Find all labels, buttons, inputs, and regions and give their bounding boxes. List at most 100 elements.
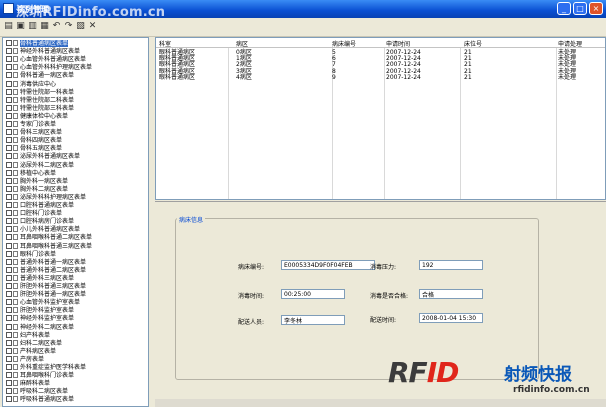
checkbox[interactable] bbox=[6, 129, 12, 136]
checkbox[interactable] bbox=[6, 153, 12, 160]
tree-item[interactable]: 健康体检中心表单 bbox=[6, 112, 68, 121]
checkbox[interactable] bbox=[6, 202, 12, 208]
checkbox[interactable] bbox=[6, 380, 12, 387]
checkbox[interactable] bbox=[6, 145, 12, 152]
checkbox[interactable] bbox=[6, 161, 12, 168]
title-bar[interactable]: 病房管理 深圳RFIDinfo.com.cn _ □ × bbox=[0, 0, 606, 20]
column-header-status[interactable]: 申请处理 bbox=[558, 39, 582, 48]
tree-item[interactable]: 产科病区表单 bbox=[6, 347, 56, 356]
tree-item[interactable]: 妇科二病区表单 bbox=[6, 339, 62, 348]
tree-item[interactable]: 消毒供应中心 bbox=[6, 80, 56, 89]
checkbox[interactable] bbox=[6, 210, 12, 217]
checkbox[interactable] bbox=[6, 307, 12, 314]
checkbox[interactable] bbox=[6, 250, 12, 257]
tree-item[interactable]: 口腔科病房门诊表单 bbox=[6, 218, 74, 226]
tree-item[interactable]: 麻醉科表单 bbox=[6, 380, 50, 388]
tree-item[interactable]: 泌尿外科普通病区表单 bbox=[6, 153, 80, 161]
tree-item[interactable]: 普通外科普通二病区表单 bbox=[6, 266, 86, 275]
checkbox[interactable] bbox=[6, 242, 12, 249]
disinfect-time-field[interactable] bbox=[281, 289, 345, 299]
tree-item[interactable]: 普通外科三病区表单 bbox=[6, 274, 74, 283]
tree-item[interactable]: 产房表单 bbox=[6, 355, 44, 364]
checkbox[interactable] bbox=[6, 72, 12, 79]
checkbox[interactable] bbox=[6, 96, 12, 103]
new-icon[interactable]: ▤ bbox=[3, 21, 14, 32]
tree-item[interactable]: 口腔科门诊表单 bbox=[6, 210, 62, 218]
column-header-time[interactable]: 申请时间 bbox=[386, 39, 410, 48]
tree-item[interactable]: 外科重症监护医学科表单 bbox=[6, 364, 86, 372]
checkbox[interactable] bbox=[6, 80, 12, 87]
save-icon[interactable]: ▣ bbox=[15, 21, 26, 32]
tree-item[interactable]: 心血管外科监护室表单 bbox=[6, 299, 80, 307]
checkbox[interactable] bbox=[6, 266, 12, 273]
checkbox[interactable] bbox=[6, 258, 12, 265]
tree-item[interactable]: 骨科三病区表单 bbox=[6, 129, 62, 137]
tree-item[interactable]: 呼吸科普通病区表单 bbox=[6, 396, 74, 404]
checkbox[interactable] bbox=[6, 347, 12, 354]
tree-item[interactable]: 耳鼻咽喉科普通二病区表单 bbox=[6, 234, 92, 242]
print-icon[interactable]: ▥ bbox=[27, 21, 38, 32]
checkbox[interactable] bbox=[6, 121, 12, 127]
tree-item[interactable]: 神经外科监护室表单 bbox=[6, 315, 74, 323]
checkbox[interactable] bbox=[6, 355, 12, 362]
tree-item[interactable]: 耳鼻咽喉科普通三病区表单 bbox=[6, 242, 92, 251]
tree-item[interactable]: 特需住院部三科表单 bbox=[6, 104, 74, 113]
redo-icon[interactable]: ↷ bbox=[63, 21, 74, 32]
checkbox[interactable] bbox=[6, 372, 12, 379]
tree-item[interactable]: 耳鼻咽喉科门诊表单 bbox=[6, 372, 74, 380]
tree-item[interactable]: 骨科普通病区表单 bbox=[6, 40, 69, 48]
checkbox[interactable] bbox=[6, 218, 12, 225]
checkbox[interactable] bbox=[6, 56, 12, 63]
tree-item[interactable]: 泌尿外科二病区表单 bbox=[6, 161, 74, 170]
department-tree[interactable]: 骨科普通病区表单 神经外科普通病区表单 心血管外科普通病区表单 心血管外科科护理病区表… bbox=[2, 37, 149, 407]
checkbox[interactable] bbox=[6, 226, 12, 233]
checkbox[interactable] bbox=[6, 283, 12, 289]
tree-item[interactable]: 眼科门诊表单 bbox=[6, 250, 56, 259]
qualified-field[interactable] bbox=[419, 289, 483, 299]
tree-item[interactable]: 骨科普通一病区表单 bbox=[6, 72, 74, 80]
column-header-bed-pos[interactable]: 床位号 bbox=[464, 39, 482, 48]
bed-no-field[interactable] bbox=[281, 260, 375, 270]
dispatcher-field[interactable] bbox=[281, 315, 345, 325]
column-header-bed-no[interactable]: 病床编号 bbox=[332, 39, 356, 48]
checkbox[interactable] bbox=[6, 40, 12, 46]
checkbox[interactable] bbox=[6, 291, 12, 298]
tree-item[interactable]: 特需住院部二科表单 bbox=[6, 96, 74, 105]
tree-item[interactable]: 泌尿外科科护理病区表单 bbox=[6, 193, 86, 202]
tree-item[interactable]: 妇产科表单 bbox=[6, 331, 50, 340]
refresh-icon[interactable]: ▦ bbox=[39, 21, 50, 32]
tree-item[interactable]: 口腔科普通病区表单 bbox=[6, 202, 74, 210]
checkbox[interactable] bbox=[6, 364, 12, 370]
checkbox[interactable] bbox=[6, 169, 12, 176]
checkbox[interactable] bbox=[6, 88, 12, 95]
tree-item[interactable]: 移植中心表单 bbox=[6, 169, 56, 178]
delivery-time-field[interactable] bbox=[419, 313, 483, 323]
checkbox[interactable] bbox=[6, 274, 12, 281]
tree-item[interactable]: 专家门诊表单 bbox=[6, 121, 56, 129]
checkbox[interactable] bbox=[6, 104, 12, 111]
column-header-ward[interactable]: 病区 bbox=[236, 39, 248, 48]
tree-item[interactable]: 骨科四病区表单 bbox=[6, 137, 62, 145]
pressure-field[interactable] bbox=[419, 260, 483, 270]
checkbox[interactable] bbox=[6, 234, 12, 241]
tree-item[interactable]: 胸外科一病区表单 bbox=[6, 177, 68, 186]
tree-item[interactable]: 普通外科普通一病区表单 bbox=[6, 258, 86, 267]
checkbox[interactable] bbox=[6, 193, 12, 200]
tree-item[interactable]: 胸外科二病区表单 bbox=[6, 185, 68, 194]
checkbox[interactable] bbox=[6, 48, 12, 55]
tree-item[interactable]: 神经外科二病区表单 bbox=[6, 323, 74, 332]
column-header-dept[interactable]: 科室 bbox=[159, 39, 171, 48]
checkbox[interactable] bbox=[6, 185, 12, 192]
checkbox[interactable] bbox=[6, 177, 12, 184]
checkbox[interactable] bbox=[6, 331, 12, 338]
checkbox[interactable] bbox=[6, 396, 12, 403]
checkbox[interactable] bbox=[6, 388, 12, 395]
tree-item[interactable]: 神经外科普通病区表单 bbox=[6, 48, 80, 56]
checkbox[interactable] bbox=[6, 315, 12, 322]
checkbox[interactable] bbox=[6, 112, 12, 119]
tree-item[interactable]: 肝胆外科普通三病区表单 bbox=[6, 283, 86, 291]
request-table[interactable]: 科室 病区 病床编号 申请时间 床位号 申请处理 眼科普通病区 0病区 5 2007-… bbox=[155, 37, 606, 200]
tree-item[interactable]: 肝胆外科普通一病区表单 bbox=[6, 291, 86, 299]
undo-icon[interactable]: ↶ bbox=[51, 21, 62, 32]
checkbox[interactable] bbox=[6, 137, 12, 144]
